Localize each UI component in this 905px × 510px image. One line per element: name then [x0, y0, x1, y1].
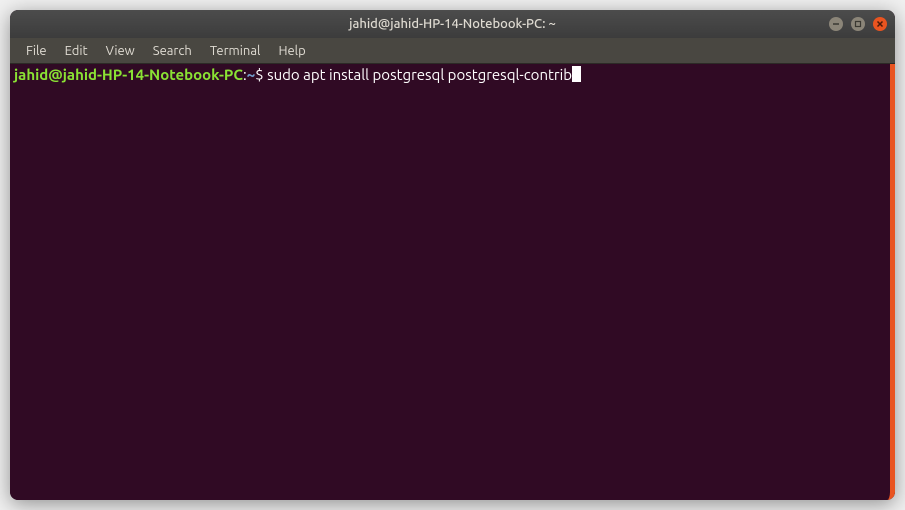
window-title: jahid@jahid-HP-14-Notebook-PC: ~ — [349, 17, 556, 31]
terminal-body[interactable]: jahid@jahid-HP-14-Notebook-PC:~$ sudo ap… — [10, 64, 895, 500]
menu-file[interactable]: File — [18, 41, 55, 61]
prompt-dollar: $ — [255, 66, 267, 83]
prompt-line: jahid@jahid-HP-14-Notebook-PC:~$ sudo ap… — [14, 66, 581, 83]
menubar: File Edit View Search Terminal Help — [10, 38, 895, 64]
maximize-button[interactable] — [851, 17, 865, 31]
prompt-user-host: jahid@jahid-HP-14-Notebook-PC — [14, 66, 243, 83]
menu-terminal[interactable]: Terminal — [202, 41, 269, 61]
minimize-button[interactable] — [829, 17, 843, 31]
minimize-icon — [832, 20, 840, 28]
close-button[interactable] — [873, 17, 887, 31]
window-controls — [829, 17, 887, 31]
prompt-path: ~ — [247, 66, 255, 83]
menu-view[interactable]: View — [98, 41, 143, 61]
menu-search[interactable]: Search — [145, 41, 200, 61]
command-text: sudo apt install postgresql postgresql-c… — [267, 66, 572, 83]
terminal-window: jahid@jahid-HP-14-Notebook-PC: ~ File Ed… — [10, 10, 895, 500]
menu-help[interactable]: Help — [270, 41, 313, 61]
close-icon — [876, 20, 884, 28]
maximize-icon — [854, 20, 862, 28]
cursor — [572, 66, 581, 82]
titlebar: jahid@jahid-HP-14-Notebook-PC: ~ — [10, 10, 895, 38]
menu-edit[interactable]: Edit — [57, 41, 96, 61]
